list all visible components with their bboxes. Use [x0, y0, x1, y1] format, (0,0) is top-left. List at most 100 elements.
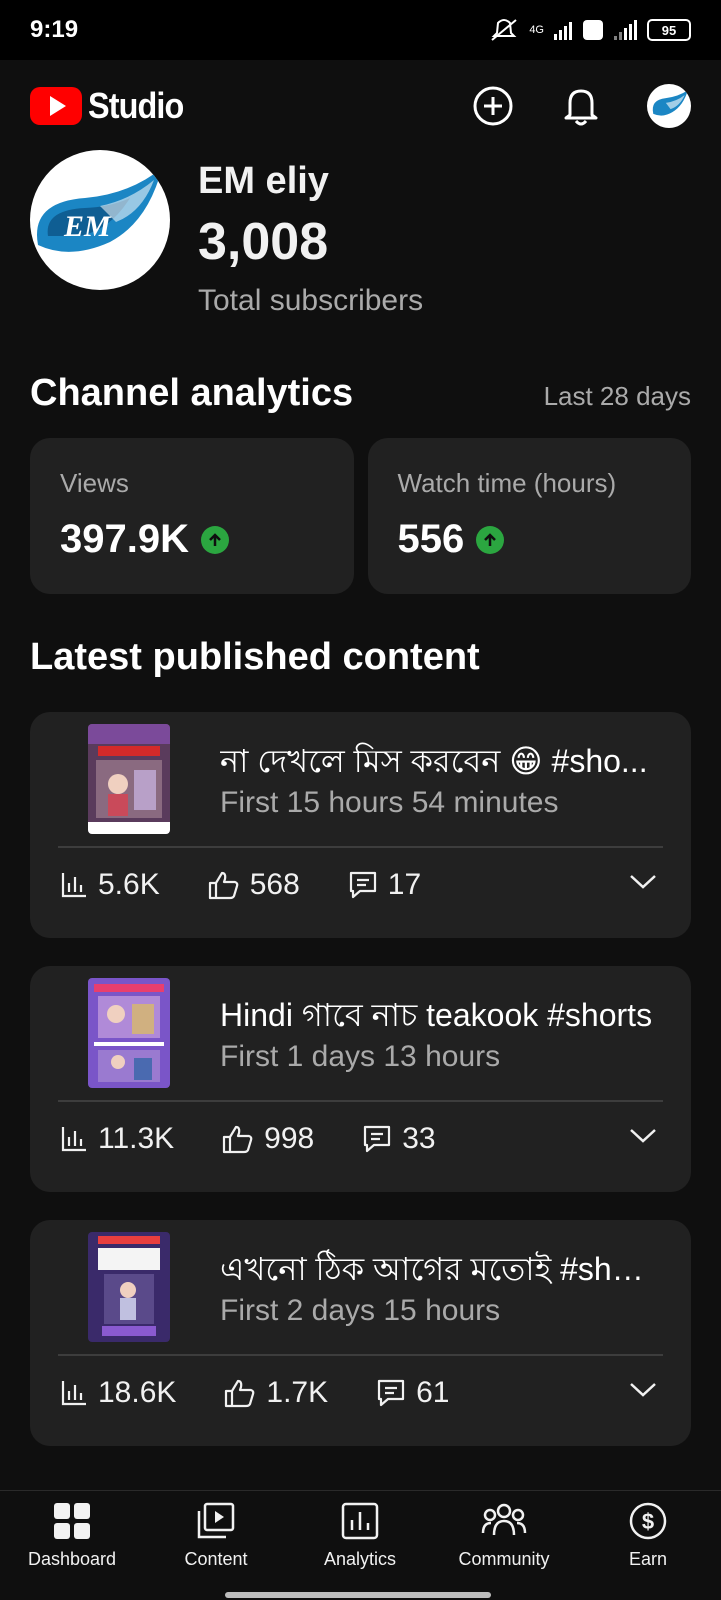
video-thumbnail[interactable]: [88, 978, 170, 1088]
comment-icon: [364, 1125, 391, 1153]
video-period: First 2 days 15 hours: [220, 1294, 501, 1327]
views-metric: 5.6K: [60, 868, 160, 902]
alarm-off-icon: [491, 19, 517, 41]
chevron-down-icon[interactable]: [629, 1380, 657, 1400]
watch-time-value: 556: [397, 517, 465, 561]
earn-icon: $: [629, 1502, 667, 1540]
latest-heading: Latest published content: [30, 636, 480, 678]
dashboard-icon: [54, 1503, 90, 1539]
svg-text:EM: EM: [63, 210, 112, 243]
app-bar: Studio: [0, 60, 721, 152]
trend-up-icon: [200, 525, 229, 554]
nav-dashboard[interactable]: Dashboard: [0, 1501, 144, 1570]
likes-count: 998: [264, 1122, 315, 1155]
divider: [58, 846, 663, 848]
analytics-cards: Views 397.9K Watch time (hours) 556: [30, 438, 691, 594]
community-icon: [481, 1503, 527, 1536]
views-count: 5.6K: [98, 868, 160, 901]
likes-count: 568: [249, 868, 300, 901]
youtube-logo-icon: [30, 87, 82, 125]
video-metrics: 18.6K 1.7K 61: [60, 1376, 450, 1410]
sim-icon: [583, 20, 603, 40]
views-count: 11.3K: [98, 1122, 175, 1155]
battery-icon: 95: [647, 19, 691, 41]
comment-icon: [349, 871, 376, 899]
chevron-down-icon[interactable]: [629, 872, 657, 892]
video-thumbnail[interactable]: [88, 724, 170, 834]
divider: [58, 1354, 663, 1356]
content-card[interactable]: Hindi গাবে নাচ teakook #shorts First 1 d…: [30, 966, 691, 1192]
status-time: 9:19: [30, 16, 79, 43]
likes-metric: 1.7K: [224, 1376, 328, 1410]
nav-earn-label: Earn: [628, 1549, 668, 1569]
subscriber-count: 3,008: [198, 213, 329, 271]
video-period: First 1 days 13 hours: [220, 1040, 501, 1073]
channel-header: EM EM eliy 3,008 Total subscribers: [30, 150, 691, 330]
status-icons: 4G 95: [489, 17, 691, 43]
bottom-nav: Dashboard Content Analytics Community $: [0, 1490, 721, 1600]
bar-chart-icon: [61, 873, 86, 898]
home-indicator[interactable]: [225, 1592, 491, 1598]
channel-name: EM eliy: [198, 160, 329, 202]
views-metric: 11.3K: [60, 1122, 174, 1156]
nav-analytics-label: Analytics: [323, 1549, 397, 1569]
bar-chart-icon: [61, 1127, 86, 1152]
studio-brand-text: Studio: [88, 85, 184, 126]
views-count: 18.6K: [98, 1376, 177, 1409]
analytics-header: Channel analytics Last 28 days: [30, 372, 691, 415]
views-card[interactable]: Views 397.9K: [30, 438, 354, 594]
network-type: 4G: [529, 24, 544, 36]
studio-logo[interactable]: Studio: [30, 85, 194, 127]
account-avatar[interactable]: [647, 84, 691, 128]
watch-time-label: Watch time (hours): [397, 468, 617, 498]
thumbs-up-icon: [225, 1379, 255, 1408]
signal-icon-2: [614, 20, 637, 40]
nav-community-label: Community: [458, 1549, 550, 1569]
svg-text:$: $: [642, 1509, 654, 1534]
comments-metric: 61: [376, 1376, 450, 1410]
video-metrics: 11.3K 998 33: [60, 1122, 436, 1156]
thumbs-up-icon: [208, 871, 239, 900]
video-title: না দেখলে মিস করবেন 😁 #sho...: [220, 743, 648, 779]
notifications-button[interactable]: [559, 84, 603, 128]
content-card[interactable]: না দেখলে মিস করবেন 😁 #sho... First 15 ho…: [30, 712, 691, 938]
comments-count: 17: [387, 868, 422, 901]
divider: [58, 1100, 663, 1102]
channel-logo-icon: [652, 90, 688, 116]
add-circle-icon: [473, 86, 513, 126]
bell-icon: [564, 89, 598, 126]
nav-content[interactable]: Content: [144, 1501, 288, 1570]
status-bar: 9:19 4G 95: [0, 0, 721, 60]
views-value: 397.9K: [60, 517, 189, 561]
channel-avatar[interactable]: EM: [30, 150, 170, 290]
analytics-range: Last 28 days: [543, 381, 691, 411]
comment-icon: [378, 1379, 405, 1407]
video-thumbnail[interactable]: [88, 1232, 170, 1342]
chevron-down-icon[interactable]: [629, 1126, 657, 1146]
views-label: Views: [60, 468, 129, 498]
likes-count: 1.7K: [266, 1376, 329, 1409]
trend-up-icon: [476, 525, 505, 554]
signal-icon: [554, 20, 572, 40]
video-title: এখনো ঠিক আগের মতোই #shor...: [220, 1251, 660, 1287]
channel-logo-icon: EM: [36, 168, 162, 252]
views-metric: 18.6K: [60, 1376, 176, 1410]
watch-time-card[interactable]: Watch time (hours) 556: [367, 438, 691, 594]
video-title: Hindi গাবে নাচ teakook #shorts: [220, 997, 653, 1033]
content-card[interactable]: এখনো ঠিক আগের মতোই #shor... First 2 days…: [30, 1220, 691, 1446]
comments-metric: 33: [362, 1122, 436, 1156]
nav-content-label: Content: [184, 1549, 248, 1569]
create-button[interactable]: [471, 84, 515, 128]
comments-count: 61: [416, 1376, 450, 1409]
video-period: First 15 hours 54 minutes: [220, 786, 559, 819]
nav-analytics[interactable]: Analytics: [288, 1501, 432, 1570]
nav-earn[interactable]: $ Earn: [576, 1501, 720, 1570]
subscriber-label: Total subscribers: [198, 284, 424, 317]
comments-count: 33: [402, 1122, 436, 1155]
video-metrics: 5.6K 568 17: [60, 868, 421, 902]
thumbs-up-icon: [223, 1125, 253, 1154]
battery-level: 95: [661, 22, 677, 38]
nav-community[interactable]: Community: [432, 1501, 576, 1570]
nav-dashboard-label: Dashboard: [27, 1549, 117, 1569]
bar-chart-icon: [61, 1381, 86, 1406]
